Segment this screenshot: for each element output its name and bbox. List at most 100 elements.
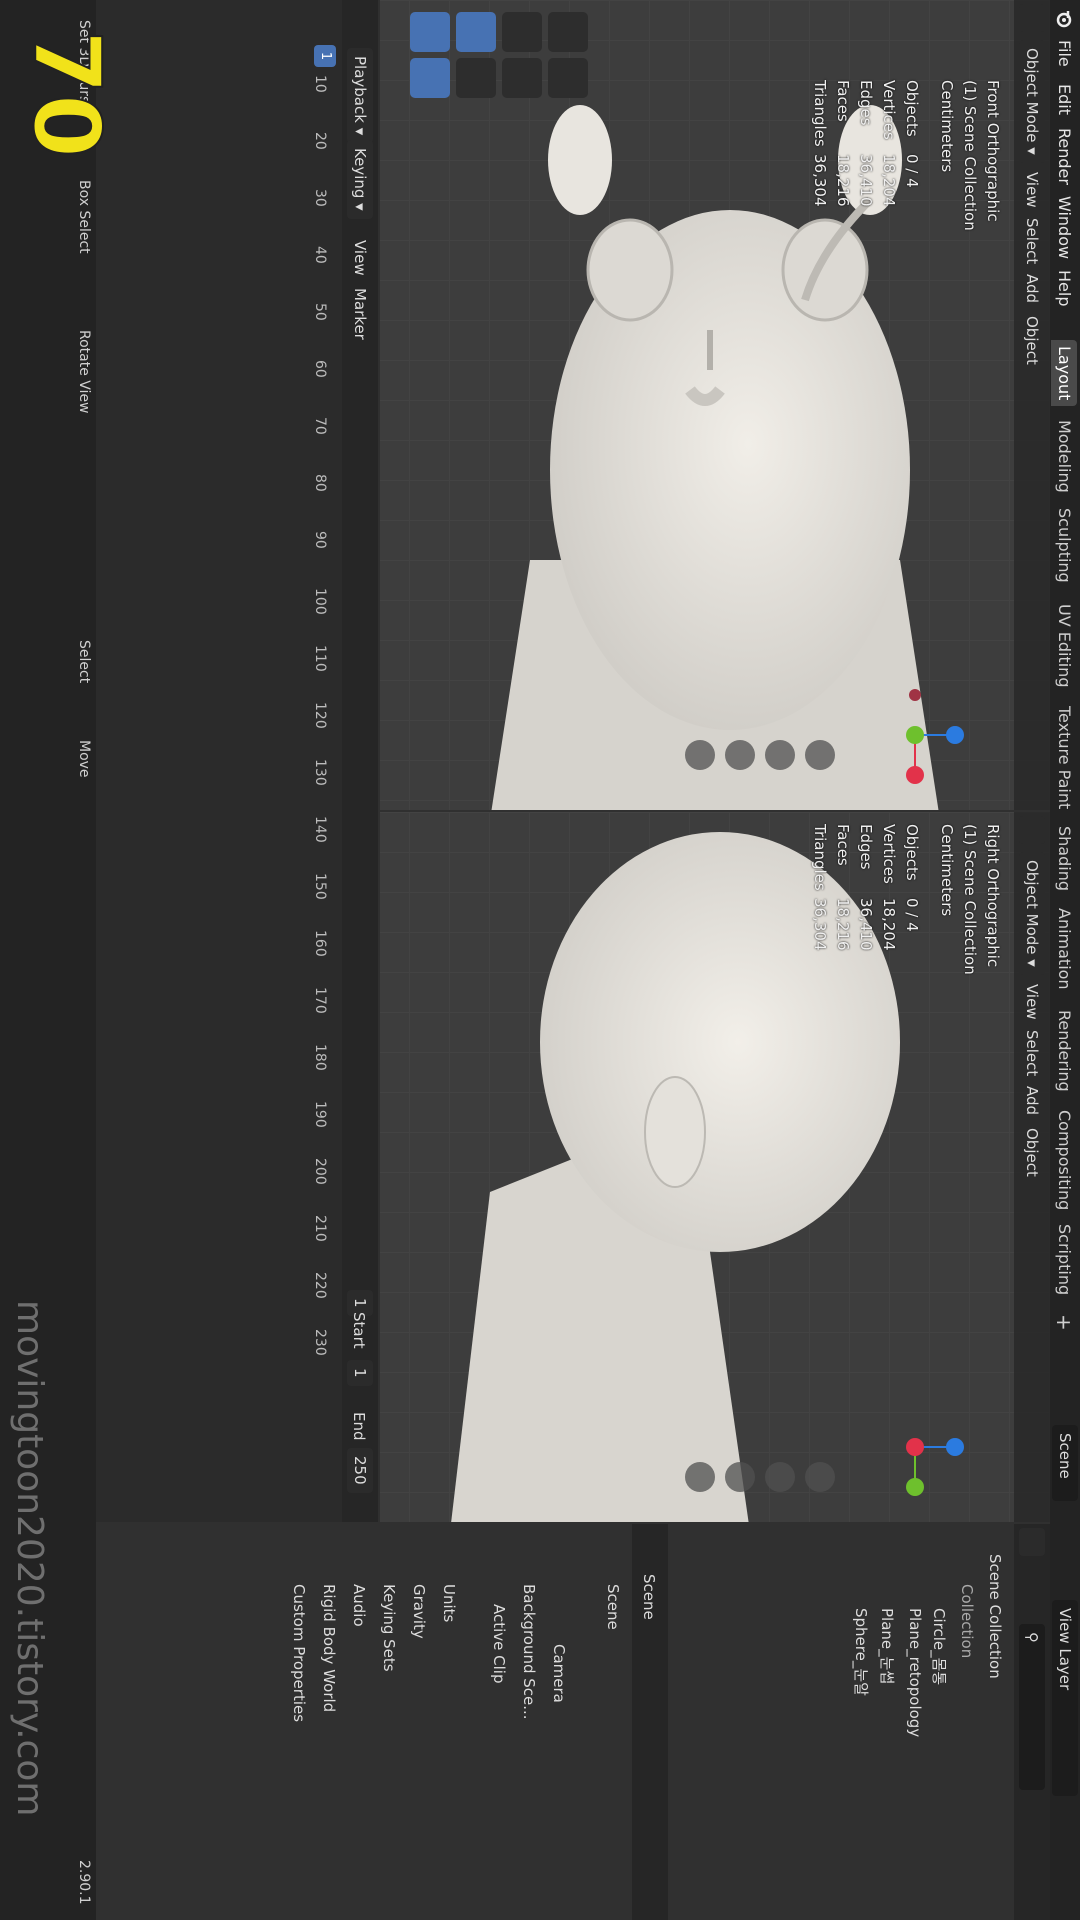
gizmo-z-icon[interactable] [946, 726, 964, 744]
mode-selector[interactable]: Object Mode ▾ [1019, 40, 1045, 163]
stat-row: Objects0 / 4 [903, 80, 921, 188]
field-background-label: Background Sce... [520, 1584, 538, 1720]
menu-add[interactable]: Add [1019, 266, 1045, 311]
tab-layout[interactable]: Layout [1051, 340, 1077, 407]
menu-object[interactable]: Object [1019, 308, 1045, 373]
outliner-header: ⚲ [1014, 1524, 1050, 1920]
editor-type-button[interactable] [1019, 1528, 1045, 1556]
end-frame-field[interactable]: 250 [347, 1448, 373, 1493]
tool-move[interactable] [456, 12, 496, 52]
menu-view[interactable]: View [1019, 164, 1045, 216]
gizmo-y-icon[interactable] [906, 726, 924, 744]
stat-row: Triangles36,304 [811, 80, 829, 207]
section-audio[interactable]: Audio [350, 1584, 368, 1627]
tab-shading[interactable]: Shading [1051, 820, 1077, 897]
outliner-root[interactable]: Scene Collection [986, 1554, 1004, 1679]
editor-type-button[interactable] [1019, 816, 1045, 844]
navigation-gizmo[interactable] [860, 1392, 970, 1502]
menu-keying[interactable]: Keying ▾ [347, 140, 373, 219]
gizmo-y-icon[interactable] [906, 1478, 924, 1496]
pan-icon[interactable] [765, 740, 795, 770]
ortho-toggle-icon[interactable] [685, 740, 715, 770]
outliner-item[interactable]: Circle_몸통 [929, 1608, 950, 1685]
status-move: Move [76, 740, 92, 778]
properties-header: Scene [632, 1524, 668, 1920]
tool-measure[interactable] [548, 58, 588, 98]
view-layer-selector[interactable]: View Layer [1052, 1600, 1078, 1796]
tool-rotate[interactable] [456, 58, 496, 98]
frame-tick: 220 [312, 1272, 328, 1299]
menu-marker[interactable]: Marker [347, 280, 373, 348]
gizmo-x-icon[interactable] [906, 1438, 924, 1456]
viewport-front[interactable]: Object Mode ▾ View Select Add Object Fro… [380, 0, 1050, 810]
ortho-toggle-icon[interactable] [685, 1462, 715, 1492]
section-units[interactable]: Units [440, 1584, 458, 1622]
menu-object[interactable]: Object [1019, 1120, 1045, 1185]
gizmo-neg-x-icon[interactable] [909, 689, 921, 701]
camera-view-icon[interactable] [725, 740, 755, 770]
timeline-editor[interactable]: Playback ▾ Keying ▾ View Marker 1 Start … [96, 0, 378, 1522]
collection-name: (1) Scene Collection [961, 80, 979, 231]
stat-row: Edges36,410 [857, 80, 875, 207]
units-label: Centimeters [938, 824, 956, 917]
tab-uv-editing[interactable]: UV Editing [1051, 598, 1077, 693]
scene-selector[interactable]: Scene [1052, 1425, 1078, 1501]
camera-view-icon[interactable] [725, 1462, 755, 1492]
menu-edit[interactable]: Edit [1055, 84, 1074, 115]
frame-tick: 40 [312, 246, 328, 264]
pan-icon[interactable] [765, 1462, 795, 1492]
tab-scripting[interactable]: Scripting [1051, 1218, 1077, 1301]
section-gravity[interactable]: Gravity [410, 1584, 428, 1639]
menu-window[interactable]: Window [1055, 196, 1074, 259]
timeline-header: Playback ▾ Keying ▾ View Marker 1 Start … [342, 0, 378, 1522]
menu-select[interactable]: Select [1019, 1022, 1045, 1084]
editor-type-button[interactable] [1019, 4, 1045, 32]
frame-tick: 80 [312, 474, 328, 492]
tab-animation[interactable]: Animation [1051, 902, 1077, 996]
navigation-gizmo[interactable] [860, 680, 970, 790]
outliner-item[interactable]: Sphere_눈알 [851, 1608, 872, 1696]
mode-selector[interactable]: Object Mode ▾ [1019, 852, 1045, 975]
tool-annotate[interactable] [548, 12, 588, 52]
tool-cursor[interactable] [410, 58, 450, 98]
menu-render[interactable]: Render [1055, 128, 1074, 185]
tab-modeling[interactable]: Modeling [1051, 414, 1077, 499]
start-frame-field[interactable]: 1 [347, 1360, 373, 1386]
outliner-item[interactable]: Collection [958, 1584, 976, 1658]
section-scene[interactable]: Scene [604, 1584, 622, 1630]
zoom-icon[interactable] [805, 1462, 835, 1492]
menu-add[interactable]: Add [1019, 1078, 1045, 1123]
menu-view[interactable]: View [347, 232, 373, 284]
tool-select-box[interactable] [410, 12, 450, 52]
gizmo-x-icon[interactable] [906, 766, 924, 784]
playhead[interactable]: 1 [314, 45, 336, 67]
status-select: Select [76, 640, 92, 684]
menu-file[interactable]: File [1055, 40, 1074, 67]
menu-help[interactable]: Help [1055, 270, 1074, 306]
end-label: End [350, 1412, 368, 1441]
tab-sculpting[interactable]: Sculpting [1051, 502, 1077, 589]
outliner[interactable]: ⚲ Scene Collection Collection Circle_몸통 … [670, 1524, 1050, 1920]
section-custom-properties[interactable]: Custom Properties [290, 1584, 308, 1722]
blender-logo-icon[interactable] [1056, 10, 1074, 28]
outliner-item[interactable]: Plane_눈썹 [877, 1608, 898, 1684]
viewport-right[interactable]: Object Mode ▾ View Select Add Object Rig… [380, 812, 1050, 1522]
tool-transform[interactable] [502, 58, 542, 98]
section-rigid-body-world[interactable]: Rigid Body World [320, 1584, 338, 1712]
tab-texture-paint[interactable]: Texture Paint [1051, 700, 1077, 815]
gizmo-z-icon[interactable] [946, 1438, 964, 1456]
section-keying-sets[interactable]: Keying Sets [380, 1584, 398, 1672]
zoom-icon[interactable] [805, 740, 835, 770]
menu-select[interactable]: Select [1019, 210, 1045, 272]
properties-editor[interactable]: Scene Scene Camera Background Sce... Act… [96, 1524, 668, 1920]
outliner-search-input[interactable]: ⚲ [1019, 1624, 1045, 1790]
tab-rendering[interactable]: Rendering [1051, 1004, 1077, 1098]
overlay-number: 70 [12, 29, 121, 159]
menu-playback[interactable]: Playback ▾ [347, 48, 373, 144]
blender-window: File Edit Render Window Help Layout Mode… [0, 0, 1080, 1920]
outliner-item[interactable]: Plane_retopology [906, 1608, 924, 1737]
tab-compositing[interactable]: Compositing [1051, 1104, 1077, 1216]
add-workspace-button[interactable]: + [1051, 1308, 1077, 1337]
tool-scale[interactable] [502, 12, 542, 52]
menu-view[interactable]: View [1019, 976, 1045, 1028]
